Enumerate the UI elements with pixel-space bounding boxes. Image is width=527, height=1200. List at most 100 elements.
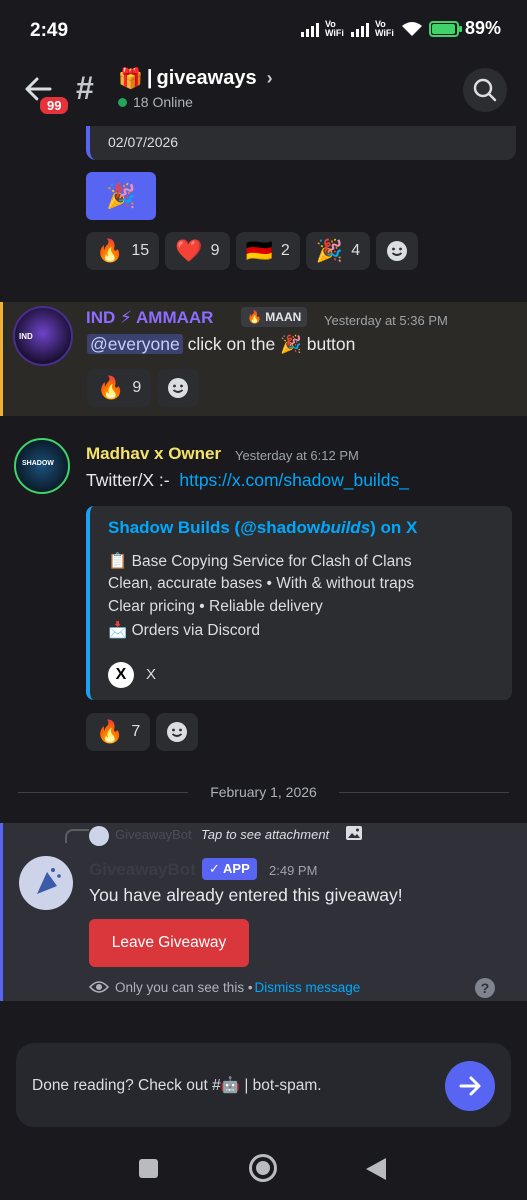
smiley-icon <box>167 722 188 742</box>
reaction-fire[interactable]: 🔥 9 <box>87 369 152 407</box>
add-reaction-button[interactable] <box>157 369 200 407</box>
reaction-bar: 🔥 7 <box>86 713 199 751</box>
fire-icon: 🔥 <box>96 719 124 744</box>
ephemeral-label: Only you can see this • <box>115 979 253 995</box>
vowifi-label: Vo WiFi <box>324 18 344 38</box>
username[interactable]: Madhav x Owner <box>86 444 221 464</box>
message-text: button <box>306 334 356 354</box>
reaction-fire[interactable]: 🔥 7 <box>86 713 151 751</box>
giveawaybot-message[interactable]: GiveawayBot Tap to see attachment Giveaw… <box>0 823 527 1001</box>
embed-line: Clean, accurate bases • With & without t… <box>108 575 415 592</box>
help-icon[interactable]: ? <box>475 978 495 998</box>
channel-title[interactable]: 🎁 | giveaways › <box>118 66 273 91</box>
cell-signal-icon <box>300 21 319 37</box>
enter-giveaway-button[interactable]: 🎉 <box>86 172 156 220</box>
app-tag: ✓ APP <box>202 858 257 880</box>
reaction-count: 4 <box>351 242 361 259</box>
reaction-bar: 🔥 9 <box>87 369 200 407</box>
online-count: 18 Online <box>118 94 193 110</box>
channel-name: giveaways <box>156 67 257 89</box>
battery-percent: 89% <box>464 18 501 38</box>
add-reaction-button[interactable] <box>376 232 419 270</box>
online-dot-icon <box>118 97 127 107</box>
fire-icon: 🔥 <box>96 238 124 263</box>
embed-footer: X <box>146 666 157 683</box>
notice-text-part: Done reading? Check out # <box>32 1077 221 1094</box>
reply-username[interactable]: GiveawayBot <box>115 827 192 842</box>
reaction-count: 15 <box>131 242 150 259</box>
date-divider: February 1, 2026 <box>18 781 509 803</box>
recents-button[interactable] <box>139 1159 158 1178</box>
everyone-mention[interactable]: @everyone <box>87 334 183 354</box>
username[interactable]: IND ⚡ AMMAAR <box>86 308 213 328</box>
embed-date: 02/07/2026 <box>108 134 179 150</box>
avatar-logo-text: IND <box>19 332 33 341</box>
reaction-count: 9 <box>132 379 142 396</box>
back-button[interactable] <box>366 1158 386 1180</box>
eye-icon <box>89 981 109 993</box>
status-bar: 2:49 Vo WiFi Vo WiFi 89% <box>0 0 527 60</box>
vowifi-label: Vo WiFi <box>374 18 394 38</box>
date-divider-label: February 1, 2026 <box>210 784 317 800</box>
gift-icon: 🎁 <box>118 68 143 90</box>
party-popper-icon: 🎉 <box>315 238 344 263</box>
embed-title-part: Shadow Builds (@shadow <box>108 518 321 537</box>
message-text: Twitter/X :- <box>86 470 170 490</box>
message-ammaar[interactable]: IND IND ⚡ AMMAAR 🔥 MAAN Yesterday at 5:3… <box>0 302 527 416</box>
message-list[interactable]: 02/07/2026 🎉 🔥 15 ❤️ 9 🇩🇪 2 🎉 4 IND IND ⚡ AM… <box>0 126 527 1006</box>
reply-attachment-hint[interactable]: Tap to see attachment <box>201 827 329 842</box>
embed-line: 📩 Orders via Discord <box>108 622 260 639</box>
image-icon <box>346 826 362 840</box>
avatar[interactable]: IND <box>13 306 73 366</box>
party-popper-icon: 🎉 <box>106 182 136 210</box>
reaction-count: 2 <box>280 242 290 259</box>
heart-icon: ❤️ <box>175 238 203 263</box>
leave-giveaway-button[interactable]: Leave Giveaway <box>89 919 249 967</box>
message-text: click on the <box>187 334 276 354</box>
chevron-right-icon: › <box>266 68 273 88</box>
robot-icon: 🤖 <box>220 1077 241 1094</box>
reaction-bar: 🔥 15 ❤️ 9 🇩🇪 2 🎉 4 <box>86 232 419 270</box>
reaction-count: 7 <box>131 723 141 740</box>
smiley-icon <box>387 241 408 261</box>
fire-icon: 🔥 <box>247 310 262 324</box>
channel-separator: | <box>146 67 153 89</box>
channel-header: 99 # 🎁 | giveaways › 18 Online <box>0 60 527 126</box>
unread-badge: 99 <box>37 94 72 117</box>
bot-avatar[interactable] <box>19 856 73 910</box>
add-reaction-button[interactable] <box>156 713 199 751</box>
dismiss-message-link[interactable]: Dismiss message <box>255 980 361 995</box>
twitter-link[interactable]: https://x.com/shadow_builds_ <box>179 470 409 490</box>
search-button[interactable] <box>463 68 507 112</box>
battery-icon <box>428 20 462 37</box>
reaction-heart[interactable]: ❤️ 9 <box>165 232 230 270</box>
role-tag[interactable]: 🔥 MAAN <box>241 307 308 327</box>
fire-icon: 🔥 <box>97 375 125 400</box>
message-body: @everyone click on the 🎉 button <box>87 334 355 355</box>
timestamp: Yesterday at 6:12 PM <box>235 448 359 463</box>
go-to-channel-button[interactable] <box>445 1061 495 1111</box>
smiley-icon <box>168 378 189 398</box>
wifi-icon <box>401 21 422 36</box>
party-popper-icon: 🎉 <box>280 334 302 354</box>
role-tag-label: MAAN <box>265 310 302 324</box>
notice-text: Done reading? Check out #🤖 | bot-spam. <box>32 1076 322 1095</box>
status-icons: Vo WiFi Vo WiFi 89% <box>300 18 501 39</box>
channel-notice-bar: Done reading? Check out #🤖 | bot-spam. <box>16 1043 511 1127</box>
embed-title[interactable]: Shadow Builds (@shadowbuilds) on X <box>108 518 417 538</box>
embed-title-italic: builds <box>320 518 371 537</box>
search-icon <box>473 78 497 102</box>
reaction-fire[interactable]: 🔥 15 <box>86 232 160 270</box>
online-label: 18 Online <box>133 94 193 110</box>
avatar[interactable]: SHADOW <box>14 438 70 494</box>
ephemeral-notice: Only you can see this • Dismiss message <box>89 979 360 995</box>
x-logo-icon: X <box>108 662 134 688</box>
timestamp: Yesterday at 5:36 PM <box>324 313 448 328</box>
home-button[interactable] <box>249 1154 277 1182</box>
bot-username[interactable]: GiveawayBot <box>89 860 196 880</box>
twitter-embed: Shadow Builds (@shadowbuilds) on X 📋 Bas… <box>86 506 512 700</box>
avatar-logo-text: SHADOW <box>22 460 54 467</box>
reaction-party[interactable]: 🎉 4 <box>305 232 371 270</box>
reaction-custom[interactable]: 🇩🇪 2 <box>235 232 300 270</box>
bot-spam-channel-link[interactable]: bot-spam. <box>253 1077 322 1094</box>
